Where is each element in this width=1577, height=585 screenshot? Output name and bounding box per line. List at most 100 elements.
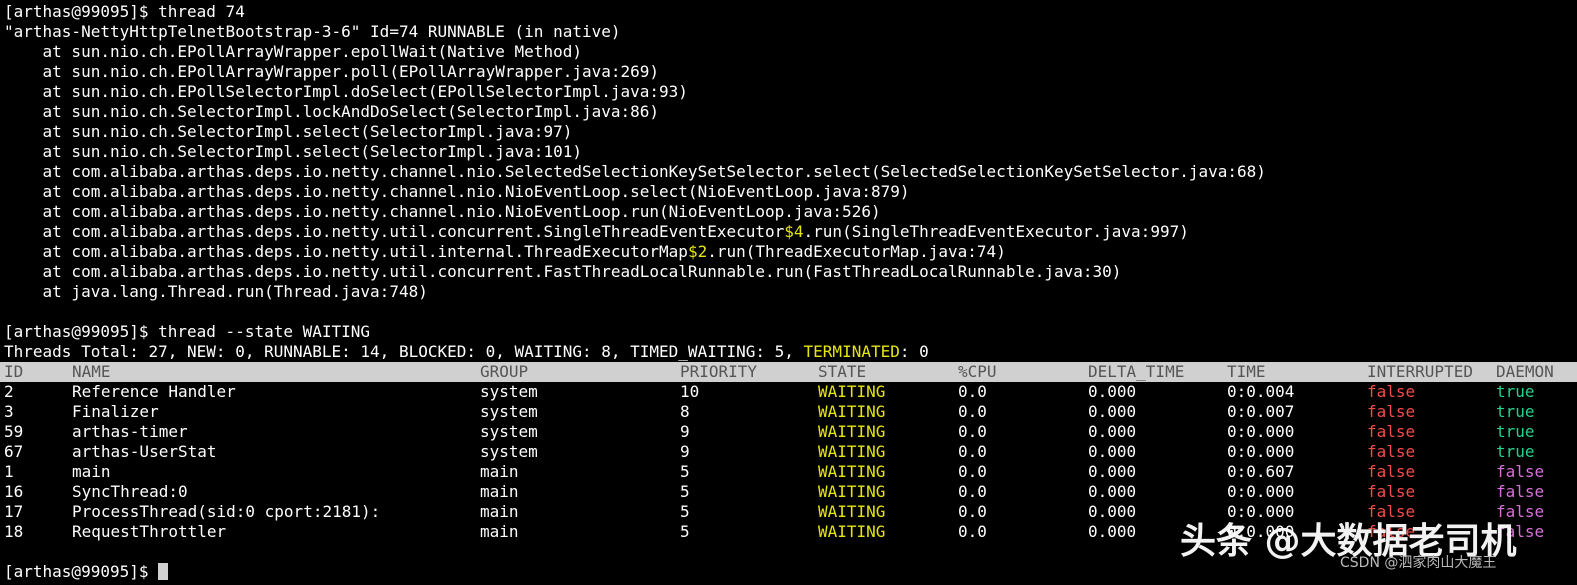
col-daemon-cell: true (1496, 442, 1535, 461)
col-name-cell: SyncThread:0 (72, 482, 188, 501)
col-interrupted-cell: false (1367, 382, 1416, 401)
stack-frame-line: at sun.nio.ch.SelectorImpl.lockAndDoSele… (4, 102, 660, 122)
stack-frame-line: at sun.nio.ch.SelectorImpl.select(Select… (4, 122, 573, 142)
line-text: Threads Total: 27, NEW: 0, RUNNABLE: 14,… (4, 342, 804, 361)
col-priority-cell: 10 (680, 382, 700, 401)
col-id-cell: 18 (4, 522, 24, 541)
col-id-cell: 2 (4, 382, 14, 401)
col-daemon-cell: false (1496, 482, 1545, 501)
header-col-priority: PRIORITY (680, 362, 758, 381)
col-state-cell: WAITING (818, 402, 886, 421)
col-time-cell: 0:0.000 (1227, 442, 1295, 461)
col-id-cell: 67 (4, 442, 24, 461)
stack-frame-line: at java.lang.Thread.run(Thread.java:748) (4, 282, 428, 302)
line-text: at com.alibaba.arthas.deps.io.netty.chan… (4, 162, 1266, 181)
table-row: 3 Finalizer system 8 WAITING 0.0 0.000 0:0.007 f… (0, 402, 1577, 422)
col-delta-time-cell: 0.000 (1088, 422, 1137, 441)
col-delta-time-cell: 0.000 (1088, 382, 1137, 401)
col-time-cell: 0:0.007 (1227, 402, 1295, 421)
stack-frame-line: at com.alibaba.arthas.deps.io.netty.util… (4, 262, 1122, 282)
col-priority-cell: 5 (680, 522, 690, 541)
line-text: at sun.nio.ch.EPollArrayWrapper.epollWai… (4, 42, 582, 61)
col-name-cell: arthas-UserStat (72, 442, 217, 461)
text-cursor (158, 563, 169, 580)
col-time-cell: 0:0.004 (1227, 382, 1295, 401)
col-state-cell: WAITING (818, 442, 886, 461)
header-col-cpu: %CPU (958, 362, 997, 381)
line-text: at sun.nio.ch.SelectorImpl.lockAndDoSele… (4, 102, 660, 121)
col-priority-cell: 9 (680, 442, 690, 461)
table-header: ID NAME GROUP PRIORITY STATE %CPU DELTA_TIME TI… (0, 362, 1577, 382)
col-state-cell: WAITING (818, 502, 886, 521)
header-col-interrupted: INTERRUPTED (1367, 362, 1473, 381)
col-state-cell: WAITING (818, 422, 886, 441)
shell-prompt[interactable]: [arthas@99095]$ (4, 562, 169, 582)
col-delta-time-cell: 0.000 (1088, 402, 1137, 421)
stack-frame-line: at com.alibaba.arthas.deps.io.netty.util… (4, 242, 1006, 262)
line-text: at java.lang.Thread.run(Thread.java:748) (4, 282, 428, 301)
col-time-cell: 0:0.607 (1227, 462, 1295, 481)
col-name-cell: ProcessThread(sid:0 cport:2181): (72, 502, 381, 521)
col-interrupted-cell: false (1367, 402, 1416, 421)
col-daemon-cell: true (1496, 402, 1535, 421)
stack-frame-line: at com.alibaba.arthas.deps.io.netty.chan… (4, 182, 910, 202)
header-col-daemon: DAEMON (1496, 362, 1554, 381)
col-group-cell: main (480, 522, 519, 541)
col-id-cell: 3 (4, 402, 14, 421)
col-delta-time-cell: 0.000 (1088, 482, 1137, 501)
col-group-cell: system (480, 382, 538, 401)
header-col-time: TIME (1227, 362, 1266, 381)
line-text: at com.alibaba.arthas.deps.io.netty.chan… (4, 202, 881, 221)
header-col-name: NAME (72, 362, 111, 381)
command-line: [arthas@99095]$ thread --state WAITING (4, 322, 370, 342)
col-interrupted-cell: false (1367, 442, 1416, 461)
col-id-cell: 59 (4, 422, 24, 441)
col-delta-time-cell: 0.000 (1088, 462, 1137, 481)
line-text: at sun.nio.ch.EPollSelectorImpl.doSelect… (4, 82, 688, 101)
col-id-cell: 1 (4, 462, 14, 481)
watermark-csdn: CSDN @泗家肉山大魔王 (1340, 555, 1497, 571)
col-delta-time-cell: 0.000 (1088, 442, 1137, 461)
col-interrupted-cell: false (1367, 482, 1416, 501)
header-col-delta-time: DELTA_TIME (1088, 362, 1185, 381)
col-priority-cell: 5 (680, 502, 690, 521)
line-text: .run(ThreadExecutorMap.java:74) (707, 242, 1006, 261)
line-text: $2 (687, 242, 708, 261)
col-id-cell: 16 (4, 482, 24, 501)
line-text: at com.alibaba.arthas.deps.io.netty.util… (4, 262, 1122, 281)
threads-summary-line: Threads Total: 27, NEW: 0, RUNNABLE: 14,… (4, 342, 929, 362)
stack-frame-line: at com.alibaba.arthas.deps.io.netty.util… (4, 222, 1189, 242)
col-name-cell: arthas-timer (72, 422, 188, 441)
col-time-cell: 0:0.000 (1227, 422, 1295, 441)
col-cpu-cell: 0.0 (958, 482, 987, 501)
col-state-cell: WAITING (818, 482, 886, 501)
table-row: 2 Reference Handler system 10 WAITING 0.0 0.00… (0, 382, 1577, 402)
header-col-id: ID (4, 362, 24, 381)
col-cpu-cell: 0.0 (958, 422, 987, 441)
table-row: 1 main main 5 WAITING 0.0 0.000 0:0.607 false fal… (0, 462, 1577, 482)
col-cpu-cell: 0.0 (958, 462, 987, 481)
col-daemon-cell: false (1496, 462, 1545, 481)
col-cpu-cell: 0.0 (958, 442, 987, 461)
col-group-cell: main (480, 462, 519, 481)
col-priority-cell: 5 (680, 482, 690, 501)
table-row: 59 arthas-timer system 9 WAITING 0.0 0.000 0:0.… (0, 422, 1577, 442)
command-line: [arthas@99095]$ thread 74 (4, 2, 245, 22)
col-group-cell: main (480, 482, 519, 501)
header-col-group: GROUP (480, 362, 529, 381)
stack-frame-line: at com.alibaba.arthas.deps.io.netty.chan… (4, 202, 881, 222)
line-text: [arthas@99095]$ thread 74 (4, 2, 245, 21)
thread-header-line: "arthas-NettyHttpTelnetBootstrap-3-6" Id… (4, 22, 621, 42)
table-row: 16 SyncThread:0 main 5 WAITING 0.0 0.000 0:0.00… (0, 482, 1577, 502)
col-delta-time-cell: 0.000 (1088, 522, 1137, 541)
col-priority-cell: 8 (680, 402, 690, 421)
col-time-cell: 0:0.000 (1227, 482, 1295, 501)
col-group-cell: system (480, 422, 538, 441)
table-row: 67 arthas-UserStat system 9 WAITING 0.0 0.000 0… (0, 442, 1577, 462)
stack-frame-line: at com.alibaba.arthas.deps.io.netty.chan… (4, 162, 1266, 182)
col-state-cell: WAITING (818, 462, 886, 481)
col-daemon-cell: true (1496, 422, 1535, 441)
col-cpu-cell: 0.0 (958, 382, 987, 401)
col-daemon-cell: true (1496, 382, 1535, 401)
line-text: [arthas@99095]$ (4, 562, 159, 581)
